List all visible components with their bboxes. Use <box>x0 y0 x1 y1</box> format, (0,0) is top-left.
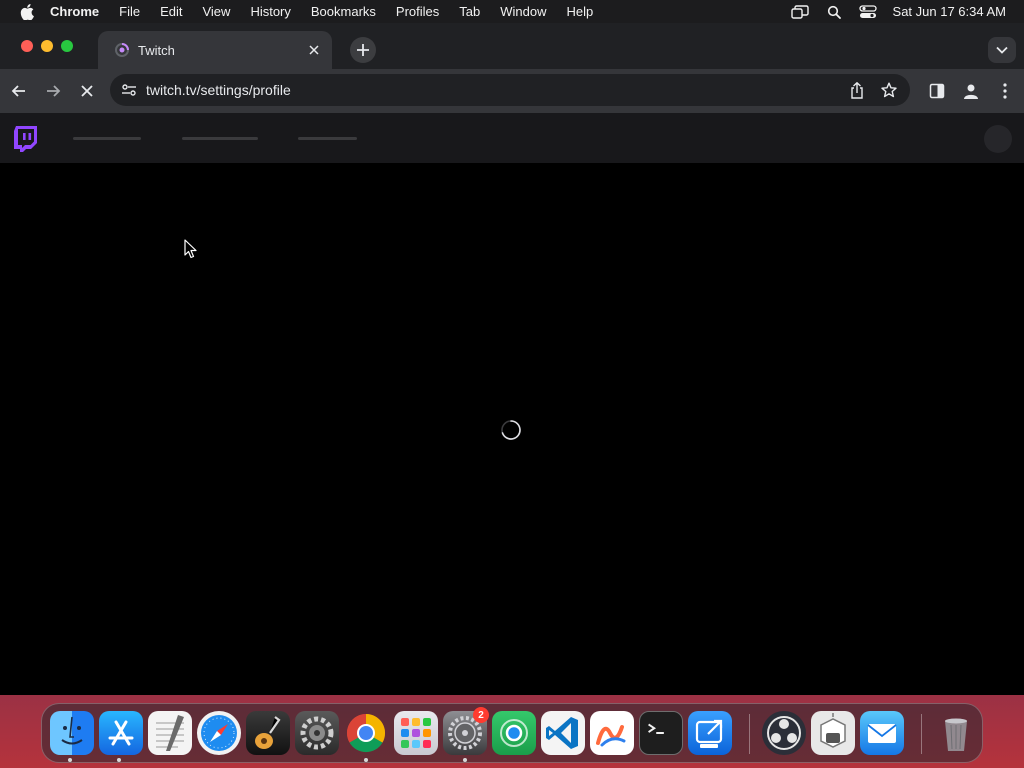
dock <box>41 703 983 763</box>
dock-separator <box>921 714 922 754</box>
menu-bar-status-area: Sat Jun 17 6:34 AM <box>790 0 1006 23</box>
control-center-icon[interactable] <box>858 4 877 20</box>
menu-file[interactable]: File <box>119 4 140 19</box>
window-close-button[interactable] <box>21 40 33 52</box>
remote-desktop-icon[interactable] <box>688 711 732 755</box>
nav-link-placeholder <box>182 137 258 140</box>
find-my-icon[interactable] <box>492 711 536 755</box>
address-bar[interactable]: twitch.tv/settings/profile <box>110 74 910 106</box>
tab-title: Twitch <box>138 42 175 58</box>
automator-icon[interactable] <box>811 711 855 755</box>
textedit-icon[interactable] <box>148 711 192 755</box>
twitch-top-nav <box>0 113 1024 163</box>
nav-link-placeholder <box>298 137 357 140</box>
window-zoom-button[interactable] <box>61 40 73 52</box>
gear-app-icon[interactable] <box>295 711 339 755</box>
notification-badge: 2 <box>473 707 489 723</box>
tab-strip: Twitch <box>0 23 1024 69</box>
app-store-icon[interactable] <box>99 711 143 755</box>
forward-button[interactable] <box>41 79 65 103</box>
obs-icon[interactable] <box>762 711 806 755</box>
menu-bookmarks[interactable]: Bookmarks <box>311 4 376 19</box>
dock-separator <box>749 714 750 754</box>
trash-icon[interactable] <box>934 711 978 755</box>
url-text[interactable]: twitch.tv/settings/profile <box>146 82 846 98</box>
back-button[interactable] <box>7 79 31 103</box>
user-avatar-placeholder <box>984 125 1012 153</box>
menu-bar: Chrome File Edit View History Bookmarks … <box>0 0 1024 23</box>
garageband-icon[interactable] <box>246 711 290 755</box>
mouse-pointer-icon <box>184 239 198 259</box>
twitch-logo-icon[interactable] <box>12 125 38 153</box>
web-page-viewport <box>0 113 1024 695</box>
running-indicator <box>463 758 467 762</box>
bookmark-star-icon[interactable] <box>878 79 900 101</box>
new-tab-button[interactable] <box>350 37 376 63</box>
menu-tab[interactable]: Tab <box>459 4 480 19</box>
running-indicator <box>68 758 72 762</box>
vscode-icon[interactable] <box>541 711 585 755</box>
nav-link-placeholder <box>73 137 141 140</box>
side-panel-icon[interactable] <box>925 79 949 103</box>
window-minimize-button[interactable] <box>41 40 53 52</box>
chrome-window: Twitch twitch.tv/settings/profile <box>0 23 1024 695</box>
tab-search-button[interactable] <box>988 37 1016 63</box>
menu-window[interactable]: Window <box>500 4 546 19</box>
safari-icon[interactable] <box>197 711 241 755</box>
launchpad-icon[interactable] <box>394 711 438 755</box>
menu-view[interactable]: View <box>202 4 230 19</box>
tab-twitch[interactable]: Twitch <box>98 31 332 69</box>
browser-toolbar: twitch.tv/settings/profile <box>0 69 1024 113</box>
menu-edit[interactable]: Edit <box>160 4 182 19</box>
terminal-icon[interactable] <box>639 711 683 755</box>
menu-profiles[interactable]: Profiles <box>396 4 439 19</box>
menu-bar-clock[interactable]: Sat Jun 17 6:34 AM <box>893 4 1006 19</box>
menu-help[interactable]: Help <box>567 4 594 19</box>
screen-mirroring-icon[interactable] <box>790 4 809 20</box>
menu-history[interactable]: History <box>250 4 290 19</box>
running-indicator <box>117 758 121 762</box>
freeform-icon[interactable] <box>590 711 634 755</box>
share-icon[interactable] <box>846 79 868 101</box>
loading-favicon-icon <box>114 42 130 58</box>
loading-spinner-icon <box>500 419 522 441</box>
chrome-menu-icon[interactable] <box>993 79 1017 103</box>
spotlight-search-icon[interactable] <box>825 4 843 20</box>
apple-menu-icon[interactable] <box>18 3 36 21</box>
finder-icon[interactable] <box>50 711 94 755</box>
profile-avatar-icon[interactable] <box>959 79 983 103</box>
stop-loading-button[interactable] <box>75 79 99 103</box>
site-info-icon[interactable] <box>120 81 138 99</box>
chrome-icon[interactable] <box>344 711 388 755</box>
running-indicator <box>364 758 368 762</box>
tab-close-icon[interactable] <box>306 42 322 58</box>
menu-app-name[interactable]: Chrome <box>50 4 99 19</box>
mail-icon[interactable] <box>860 711 904 755</box>
